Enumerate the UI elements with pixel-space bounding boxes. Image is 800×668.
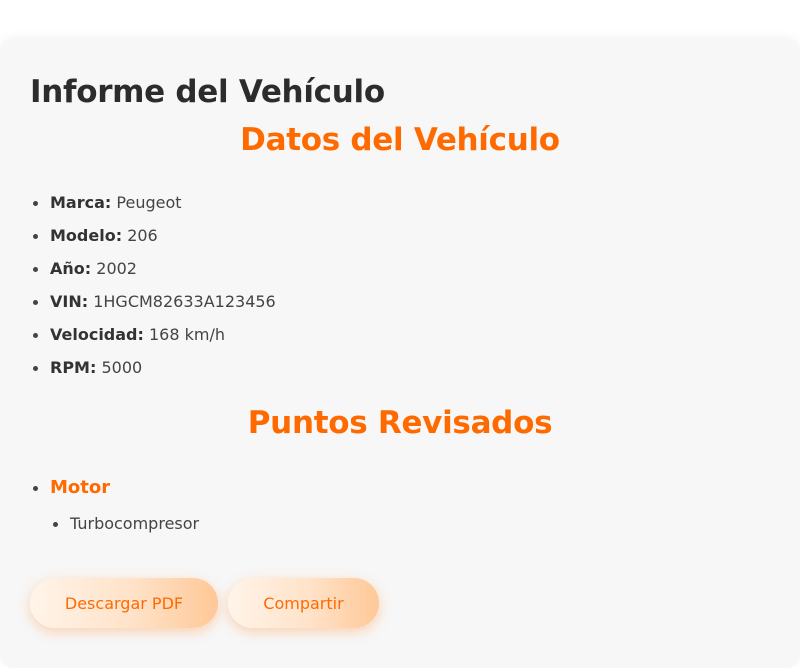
spec-value: 2002: [96, 259, 137, 278]
spec-speed: Velocidad: 168 km/h: [30, 323, 276, 356]
spec-value: Peugeot: [116, 193, 182, 212]
spec-label: Velocidad:: [50, 325, 144, 344]
checked-points-heading: Puntos Revisados: [247, 405, 553, 441]
vehicle-data-heading: Datos del Vehículo: [240, 122, 560, 158]
vehicle-data-list: Marca: Peugeot Modelo: 206 Año: 2002 VIN…: [30, 191, 276, 389]
spec-vin: VIN: 1HGCM82633A123456: [30, 290, 276, 323]
spec-rpm: RPM: 5000: [30, 356, 276, 389]
page-title: Informe del Vehículo: [30, 74, 385, 110]
spec-year: Año: 2002: [30, 257, 276, 290]
checked-subitems-list: Turbocompresor: [50, 512, 199, 536]
spec-value: 168 km/h: [149, 325, 226, 344]
download-pdf-button[interactable]: Descargar PDF: [30, 578, 218, 628]
spec-value: 206: [127, 226, 158, 245]
spec-brand: Marca: Peugeot: [30, 191, 276, 224]
spec-value: 1HGCM82633A123456: [93, 292, 276, 311]
share-button[interactable]: Compartir: [228, 578, 379, 628]
spec-label: Modelo:: [50, 226, 123, 245]
checked-point-item: Motor Turbocompresor: [30, 476, 199, 536]
checked-points-list: Motor Turbocompresor: [30, 476, 199, 536]
spec-label: Marca:: [50, 193, 112, 212]
spec-label: VIN:: [50, 292, 89, 311]
checked-point-name: Motor: [50, 477, 111, 498]
spec-label: Año:: [50, 259, 92, 278]
spec-value: 5000: [101, 358, 143, 377]
spec-label: RPM:: [50, 358, 97, 377]
spec-model: Modelo: 206: [30, 224, 276, 257]
checked-subitem: Turbocompresor: [50, 512, 199, 536]
